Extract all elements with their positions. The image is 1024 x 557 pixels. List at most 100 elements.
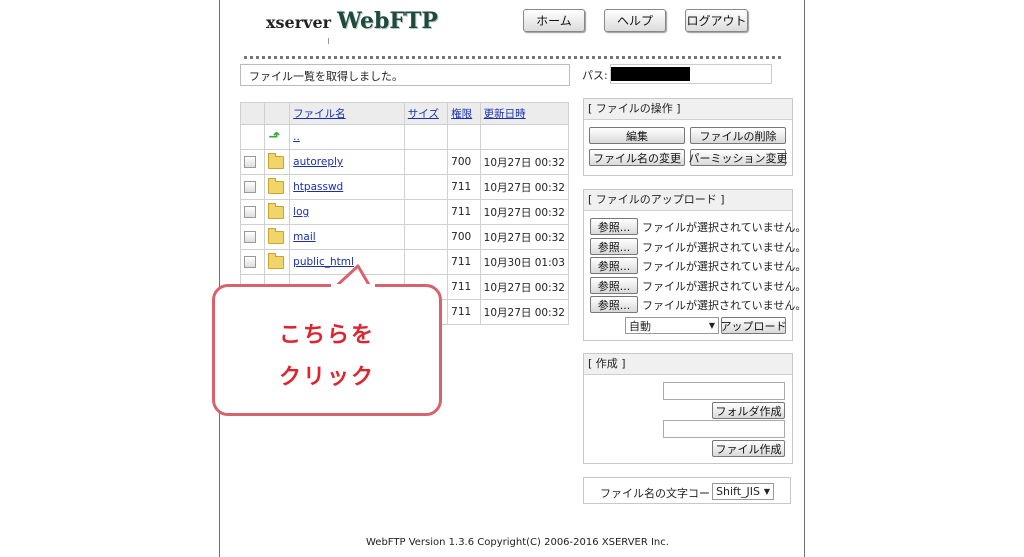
path-redacted (611, 67, 690, 81)
upload-mode-select[interactable]: 自動 ▼ (625, 317, 719, 334)
file-link[interactable]: htpasswd (293, 181, 343, 193)
encoding-select[interactable]: Shift_JIS ▼ (712, 483, 774, 500)
logout-button[interactable]: ログアウト (685, 9, 748, 32)
row-perm-cell: 700 (447, 149, 481, 175)
browse-button[interactable]: 参照... (590, 238, 638, 255)
rename-button[interactable]: ファイル名の変更 (589, 149, 685, 166)
table-row[interactable]: mail 700 10月27日 00:32 (239, 224, 570, 250)
row-checkbox-cell[interactable] (239, 199, 266, 225)
permission-button[interactable]: パーミッション変更 (689, 149, 788, 166)
upload-button[interactable]: アップロード (721, 317, 787, 334)
file-link[interactable]: autoreply (293, 156, 343, 168)
parent-cell[interactable]: .. (289, 124, 405, 150)
create-file-button[interactable]: ファイル作成 (712, 440, 785, 457)
row-perm-cell: 711 (447, 274, 481, 300)
browse-button[interactable]: 参照... (590, 296, 638, 313)
sort-perm-link[interactable]: 権限 (451, 108, 472, 120)
logo: xserver WebFTP (266, 8, 438, 34)
no-file-text: ファイルが選択されていません。 (642, 220, 807, 234)
upload-row: 参照... ファイルが選択されていません。 (590, 257, 806, 274)
table-row[interactable]: log 711 10月27日 00:32 (239, 199, 570, 225)
sort-size-link[interactable]: サイズ (408, 108, 439, 120)
row-checkbox-cell[interactable] (239, 149, 266, 175)
upload-row: 参照... ファイルが選択されていません。 (590, 277, 806, 294)
parent-dir-link[interactable]: .. (293, 131, 300, 143)
empty-cell (239, 124, 266, 150)
create-title: [ 作成 ] (584, 354, 792, 375)
row-name-cell[interactable]: htpasswd (289, 174, 405, 200)
sort-date-link[interactable]: 更新日時 (484, 108, 526, 120)
row-name-cell[interactable]: log (289, 199, 405, 225)
row-icon-cell (264, 224, 291, 250)
row-icon-cell (264, 199, 291, 225)
row-perm-cell: 711 (447, 174, 481, 200)
row-name-cell[interactable]: mail (289, 224, 405, 250)
file-link[interactable]: log (293, 206, 309, 218)
encoding-value: Shift_JIS (716, 485, 760, 498)
table-row[interactable]: public_html 711 10月30日 01:03 (239, 249, 570, 275)
folder-icon (268, 152, 285, 169)
row-checkbox[interactable] (244, 206, 256, 218)
callout-bubble: こちらを クリック (212, 284, 442, 416)
row-perm-cell: 711 (447, 199, 481, 225)
footer-copyright: WebFTP Version 1.3.6 Copyright(C) 2006-2… (366, 537, 669, 548)
home-button[interactable]: ホーム (523, 9, 585, 32)
logo-product: WebFTP (337, 8, 438, 34)
row-icon-cell (264, 174, 291, 200)
file-ops-panel: [ ファイルの操作 ] 編集 ファイルの削除 ファイル名の変更 パーミッション変… (583, 98, 793, 176)
file-name-input[interactable] (663, 420, 785, 438)
upload-row: 参照... ファイルが選択されていません。 (590, 238, 806, 255)
help-button[interactable]: ヘルプ (604, 9, 666, 32)
row-checkbox[interactable] (244, 256, 256, 268)
file-link[interactable]: mail (293, 231, 316, 243)
row-date-cell: 10月27日 00:32 (479, 224, 570, 250)
path-label: パス: (582, 69, 608, 82)
no-file-text: ファイルが選択されていません。 (642, 259, 807, 273)
sort-name-link[interactable]: ファイル名 (293, 108, 346, 120)
row-checkbox-cell[interactable] (239, 174, 266, 200)
browse-button[interactable]: 参照... (590, 257, 638, 274)
row-size-cell (403, 149, 449, 175)
row-date-cell: 10月27日 00:32 (479, 174, 570, 200)
table-row[interactable]: autoreply 700 10月27日 00:32 (239, 149, 570, 175)
row-checkbox-cell[interactable] (239, 224, 266, 250)
create-folder-button[interactable]: フォルダ作成 (712, 402, 785, 419)
row-icon-cell (264, 149, 291, 175)
browse-button[interactable]: 参照... (590, 218, 638, 235)
folder-name-input[interactable] (663, 382, 785, 400)
table-row-parent[interactable]: ⬏ .. (239, 124, 570, 150)
row-date-cell: 10月30日 01:03 (479, 249, 570, 275)
row-checkbox[interactable] (244, 181, 256, 193)
empty-cell (479, 124, 570, 150)
row-perm-cell: 711 (447, 299, 481, 325)
row-checkbox[interactable] (244, 231, 256, 243)
row-perm-cell: 700 (447, 224, 481, 250)
upload-panel: [ ファイルのアップロード ] 参照... ファイルが選択されていません。 参照… (583, 189, 806, 341)
header-date[interactable]: 更新日時 (479, 102, 570, 125)
chevron-down-icon: ▼ (708, 321, 715, 330)
row-size-cell (403, 249, 449, 275)
row-date-cell: 10月27日 00:32 (479, 274, 570, 300)
browse-button[interactable]: 参照... (590, 277, 638, 294)
row-size-cell (403, 224, 449, 250)
folder-icon (268, 177, 285, 194)
file-ops-title: [ ファイルの操作 ] (584, 99, 792, 120)
row-name-cell[interactable]: autoreply (289, 149, 405, 175)
callout-line2: クリック (278, 365, 375, 390)
row-icon-cell (264, 249, 291, 275)
up-folder-icon[interactable]: ⬏ (268, 129, 280, 145)
header-divider (244, 56, 781, 59)
row-checkbox-cell[interactable] (239, 249, 266, 275)
header-size[interactable]: サイズ (403, 102, 449, 125)
edit-button[interactable]: 編集 (589, 127, 685, 144)
row-checkbox[interactable] (244, 156, 256, 168)
delete-file-button[interactable]: ファイルの削除 (690, 127, 786, 144)
table-header: ファイル名 サイズ 権限 更新日時 (239, 102, 570, 125)
table-row[interactable]: htpasswd 711 10月27日 00:32 (239, 174, 570, 200)
header-name[interactable]: ファイル名 (289, 102, 405, 125)
row-date-cell: 10月27日 00:32 (479, 199, 570, 225)
header-perm[interactable]: 権限 (447, 102, 481, 125)
upload-title: [ ファイルのアップロード ] (584, 190, 792, 211)
no-file-text: ファイルが選択されていません。 (642, 298, 807, 312)
create-panel: [ 作成 ] フォルダ作成 ファイル作成 (583, 353, 793, 464)
